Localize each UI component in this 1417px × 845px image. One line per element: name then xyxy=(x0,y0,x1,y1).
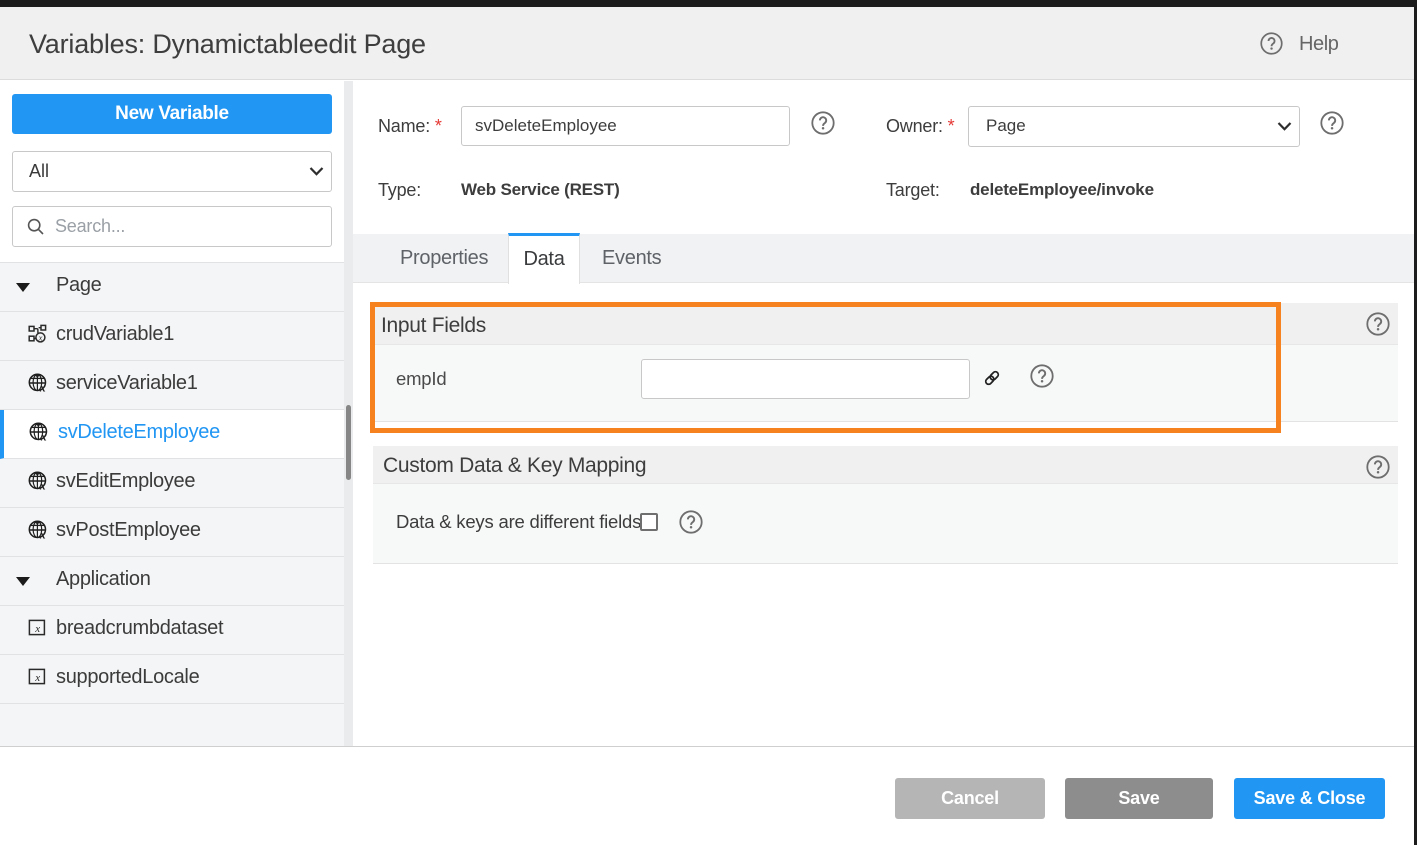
svg-text:x: x xyxy=(39,480,46,491)
svg-text:x: x xyxy=(39,529,46,540)
svg-text:x: x xyxy=(34,672,40,684)
svg-text:x: x xyxy=(38,332,43,342)
svg-text:x: x xyxy=(39,431,46,442)
svg-text:x: x xyxy=(39,382,46,393)
svg-text:x: x xyxy=(34,623,40,635)
